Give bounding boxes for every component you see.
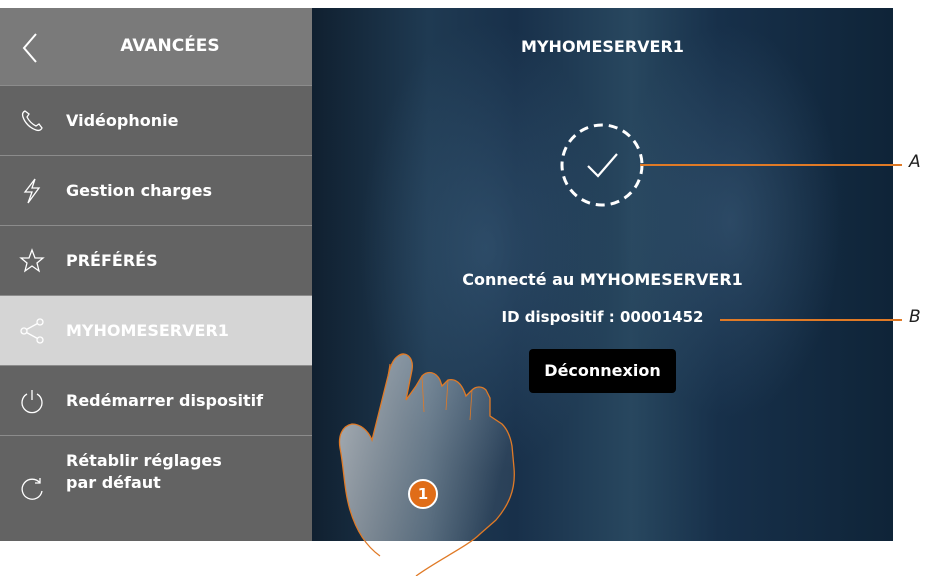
callout-label-a: A <box>909 152 921 172</box>
callout-line-b <box>720 319 902 321</box>
sidebar-item-label: PRÉFÉRÉS <box>66 250 158 270</box>
sidebar-item-myhomeserver1[interactable]: MYHOMESERVER1 <box>0 295 312 365</box>
phone-icon <box>21 109 43 131</box>
back-arrow-icon[interactable] <box>14 28 48 68</box>
sidebar-item-label: MYHOMESERVER1 <box>66 320 229 340</box>
sidebar-item-preferes[interactable]: PRÉFÉRÉS <box>0 225 312 295</box>
sidebar-title: AVANCÉES <box>120 36 220 56</box>
device-id-text: ID dispositif : 00001452 <box>501 308 704 326</box>
sidebar-item-redemarrer[interactable]: Redémarrer dispositif <box>0 365 312 435</box>
sidebar-item-label: Gestion charges <box>66 180 212 200</box>
connection-status-text: Connecté au MYHOMESERVER1 <box>462 270 743 289</box>
reset-icon <box>21 477 43 500</box>
sidebar-header: AVANCÉES <box>0 8 312 85</box>
sidebar-item-videophonie[interactable]: Vidéophonie <box>0 85 312 155</box>
callout-line-a <box>640 164 902 166</box>
page-title: MYHOMESERVER1 <box>521 37 684 56</box>
pointing-hand-illustration <box>338 353 515 576</box>
callout-label-b: B <box>909 307 921 327</box>
sidebar-item-gestion-charges[interactable]: Gestion charges <box>0 155 312 225</box>
sidebar-item-label: Rétablir réglages par défaut <box>66 451 222 492</box>
step-badge: 1 <box>408 479 438 509</box>
lightning-icon <box>23 178 41 203</box>
sidebar-item-label: Redémarrer dispositif <box>66 390 264 410</box>
sidebar-item-label: Vidéophonie <box>66 110 179 130</box>
sidebar-item-retablir[interactable]: Rétablir réglages par défaut <box>0 435 312 541</box>
star-icon <box>19 247 45 273</box>
sidebar: AVANCÉES Vidéophonie Gestion charges PRÉ… <box>0 8 312 541</box>
share-icon <box>20 317 44 344</box>
power-icon <box>21 389 43 413</box>
check-circle-icon <box>560 123 644 207</box>
